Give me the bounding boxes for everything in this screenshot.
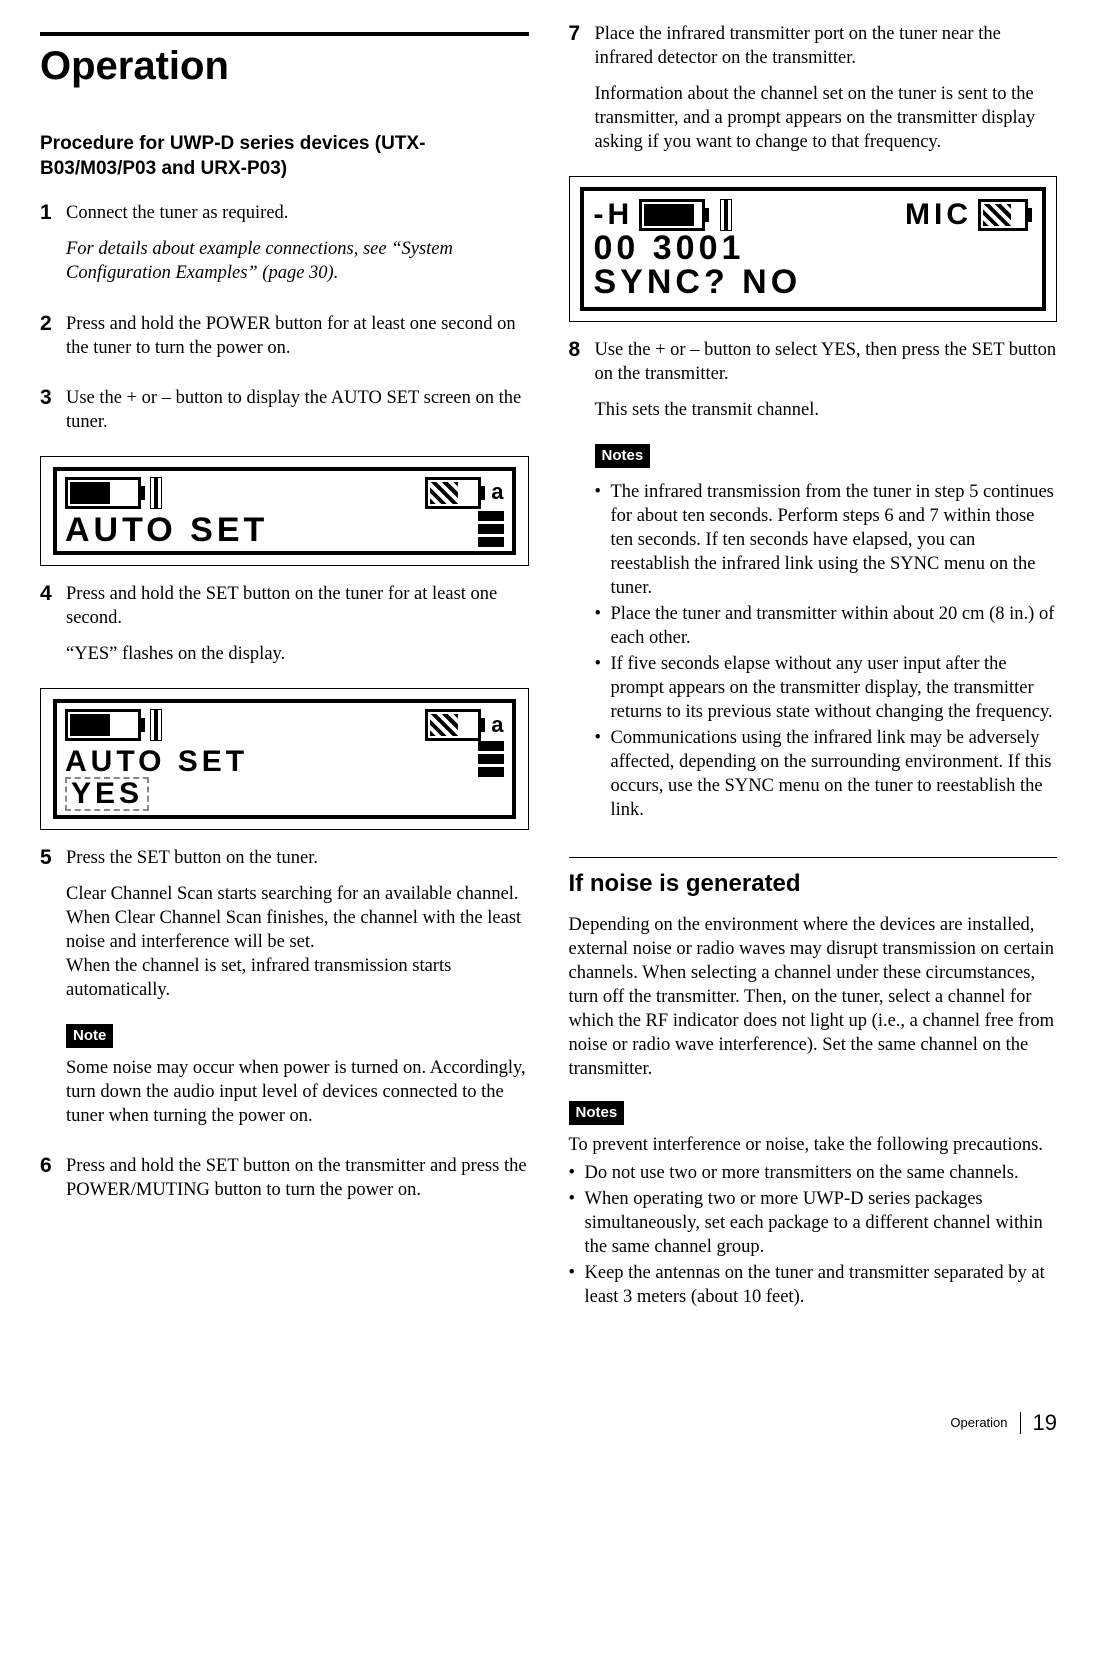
lcd-suffix: a [491,478,503,507]
lcd-screen-auto-set-yes: a AUTO SET YES [40,688,529,830]
step-5: 5 Press the SET button on the tuner. Cle… [40,844,529,1140]
battery-icon [65,477,141,509]
left-column: Operation Procedure for UWP-D series dev… [40,20,529,1319]
battery-icon [425,477,481,509]
step-number: 6 [40,1152,66,1214]
page-number: 19 [1033,1409,1057,1438]
lcd-text: AUTO SET [65,747,248,777]
step-text: Press and hold the SET button on the tra… [66,1154,529,1202]
list-item: When operating two or more UWP-D series … [569,1187,1058,1259]
lcd-screen-auto-set: a AUTO SET [40,456,529,566]
footer-divider [1020,1412,1021,1434]
step-text: Connect the tuner as required. [66,201,529,225]
battery-icon [65,709,141,741]
noise-heading: If noise is generated [569,857,1058,899]
step-sub: Information about the channel set on the… [595,82,1058,154]
step-text: Press the SET button on the tuner. [66,846,529,870]
step-text: Place the infrared transmitter port on t… [595,22,1058,70]
list-item: Place the tuner and transmitter within a… [595,602,1058,650]
step-text: Press and hold the POWER button for at l… [66,312,529,360]
step-text: Use the + or – button to select YES, the… [595,338,1058,386]
signal-bars-icon [478,511,504,547]
step-number: 8 [569,336,595,832]
step-text: Press and hold the SET button on the tun… [66,582,529,630]
note-text: Some noise may occur when power is turne… [66,1056,529,1128]
lcd-text: AUTO SET [65,513,268,547]
divider-icon [151,478,161,508]
list-item: Keep the antennas on the tuner and trans… [569,1261,1058,1309]
note-label: Note [66,1024,113,1048]
battery-icon [425,709,481,741]
divider-icon [721,200,731,230]
step-7: 7 Place the infrared transmitter port on… [569,20,1058,166]
notes-intro: To prevent interference or noise, take t… [569,1133,1058,1157]
footer-section: Operation [950,1415,1007,1432]
step-number: 5 [40,844,66,1140]
right-column: 7 Place the infrared transmitter port on… [569,20,1058,1319]
step-4: 4 Press and hold the SET button on the t… [40,580,529,678]
page-title: Operation [40,32,529,92]
notes-label: Notes [595,444,651,468]
list-item: Do not use two or more transmitters on t… [569,1161,1058,1185]
step-sub: This sets the transmit channel. [595,398,1058,422]
procedure-heading: Procedure for UWP-D series devices (UTX-… [40,132,529,181]
notes-label: Notes [569,1101,625,1125]
step-number: 3 [40,384,66,446]
lcd-text: 00 3001 [594,231,745,265]
signal-bars-icon [478,741,504,777]
list-item: Communications using the infrared link m… [595,726,1058,822]
noise-notes-list: Do not use two or more transmitters on t… [569,1161,1058,1309]
page-footer: Operation 19 [40,1409,1057,1438]
noise-para: Depending on the environment where the d… [569,913,1058,1081]
lcd-text: SYNC? NO [594,265,802,299]
step-sub: “YES” flashes on the display. [66,642,529,666]
lcd-suffix: a [491,711,503,740]
lcd-screen-sync: -H MIC 00 3001 SYNC? NO [569,176,1058,322]
step-para: When the channel is set, infrared transm… [66,954,529,1002]
lcd-text: -H [594,200,634,230]
step-3: 3 Use the + or – button to display the A… [40,384,529,446]
battery-icon [639,199,705,231]
step-para: When Clear Channel Scan finishes, the ch… [66,906,529,954]
lcd-yes-flash: YES [65,777,149,811]
step-2: 2 Press and hold the POWER button for at… [40,310,529,372]
step-number: 1 [40,199,66,297]
step-number: 2 [40,310,66,372]
battery-icon [978,199,1028,231]
step-number: 4 [40,580,66,678]
step-8: 8 Use the + or – button to select YES, t… [569,336,1058,832]
lcd-text: MIC [905,200,972,230]
step-number: 7 [569,20,595,166]
step-6: 6 Press and hold the SET button on the t… [40,1152,529,1214]
divider-icon [151,710,161,740]
step-detail: For details about example connections, s… [66,237,529,285]
notes-list: The infrared transmission from the tuner… [595,480,1058,823]
list-item: The infrared transmission from the tuner… [595,480,1058,600]
step-1: 1 Connect the tuner as required. For det… [40,199,529,297]
step-para: Clear Channel Scan starts searching for … [66,882,529,906]
list-item: If five seconds elapse without any user … [595,652,1058,724]
step-text: Use the + or – button to display the AUT… [66,386,529,434]
